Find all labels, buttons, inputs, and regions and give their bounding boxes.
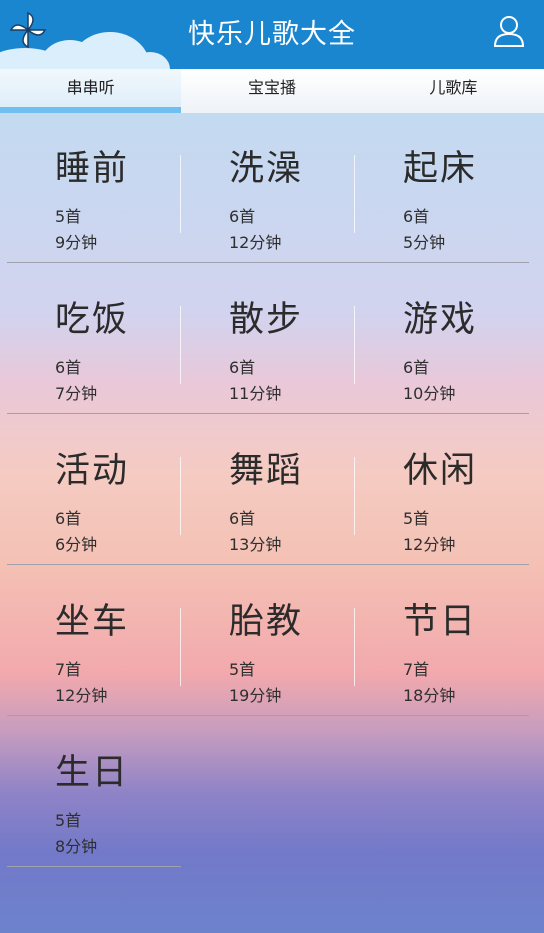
category-prenatal[interactable]: 胎教 5首 19分钟	[181, 566, 355, 716]
category-wake-up[interactable]: 起床 6首 5分钟	[355, 113, 529, 263]
category-leisure[interactable]: 休闲 5首 12分钟	[355, 415, 529, 565]
song-count: 6首	[403, 358, 430, 377]
category-name: 舞蹈	[229, 451, 304, 491]
song-count: 6首	[229, 358, 256, 377]
category-name: 吃饭	[55, 300, 130, 340]
user-icon[interactable]	[492, 14, 526, 48]
song-count: 5首	[55, 207, 82, 226]
song-count: 6首	[55, 509, 82, 528]
duration: 19分钟	[229, 686, 282, 705]
category-name: 节日	[403, 602, 478, 642]
category-name: 游戏	[403, 300, 478, 340]
song-count: 7首	[55, 660, 82, 679]
duration: 9分钟	[55, 233, 98, 252]
category-bath[interactable]: 洗澡 6首 12分钟	[181, 113, 355, 263]
category-name: 休闲	[403, 451, 478, 491]
category-game[interactable]: 游戏 6首 10分钟	[355, 264, 529, 414]
duration: 12分钟	[229, 233, 282, 252]
category-name: 胎教	[229, 602, 304, 642]
category-walk[interactable]: 散步 6首 11分钟	[181, 264, 355, 414]
tab-label: 宝宝播	[247, 78, 296, 97]
duration: 6分钟	[55, 535, 98, 554]
song-count: 5首	[55, 811, 82, 830]
category-name: 散步	[229, 300, 304, 340]
duration: 7分钟	[55, 384, 98, 403]
category-activity[interactable]: 活动 6首 6分钟	[7, 415, 181, 565]
song-count: 6首	[403, 207, 430, 226]
category-car-ride[interactable]: 坐车 7首 12分钟	[7, 566, 181, 716]
tab-chuanchuan-ting[interactable]: 串串听	[0, 69, 182, 113]
category-name: 睡前	[55, 149, 130, 189]
song-count: 6首	[229, 207, 256, 226]
category-holiday[interactable]: 节日 7首 18分钟	[355, 566, 529, 716]
category-birthday[interactable]: 生日 5首 8分钟	[7, 717, 181, 867]
category-name: 坐车	[55, 602, 130, 642]
tab-bar: 串串听 宝宝播 儿歌库	[0, 69, 544, 113]
category-dance[interactable]: 舞蹈 6首 13分钟	[181, 415, 355, 565]
category-grid: 睡前 5首 9分钟 洗澡 6首 12分钟 起床 6首 5分钟 吃饭 6首 7分钟…	[0, 113, 544, 933]
category-name: 起床	[403, 149, 478, 189]
song-count: 7首	[403, 660, 430, 679]
tab-erge-ku[interactable]: 儿歌库	[362, 69, 544, 113]
category-meal[interactable]: 吃饭 6首 7分钟	[7, 264, 181, 414]
song-count: 5首	[403, 509, 430, 528]
song-count: 6首	[55, 358, 82, 377]
duration: 13分钟	[229, 535, 282, 554]
song-count: 5首	[229, 660, 256, 679]
category-name: 活动	[55, 451, 130, 491]
duration: 18分钟	[403, 686, 456, 705]
tab-baobao-bo[interactable]: 宝宝播	[181, 69, 363, 113]
song-count: 6首	[229, 509, 256, 528]
duration: 11分钟	[229, 384, 282, 403]
category-name: 生日	[55, 753, 130, 793]
duration: 8分钟	[55, 837, 98, 856]
tab-label: 串串听	[66, 78, 115, 97]
duration: 12分钟	[55, 686, 108, 705]
app-header: 快乐儿歌大全	[0, 0, 544, 69]
duration: 5分钟	[403, 233, 446, 252]
app-title: 快乐儿歌大全	[188, 19, 356, 50]
category-sleep[interactable]: 睡前 5首 9分钟	[7, 113, 181, 263]
duration: 10分钟	[403, 384, 456, 403]
tab-label: 儿歌库	[429, 78, 478, 97]
category-name: 洗澡	[229, 149, 304, 189]
duration: 12分钟	[403, 535, 456, 554]
